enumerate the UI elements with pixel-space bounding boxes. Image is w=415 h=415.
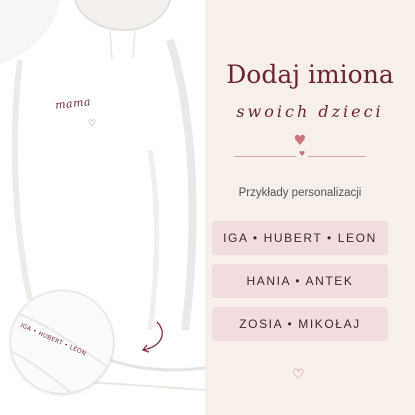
divider-heart-icon: ♥ (296, 150, 309, 158)
examples-label: Przykłady personalizacji (238, 187, 362, 199)
curved-arrow-icon (141, 321, 163, 353)
heart-icon: ♥ (293, 133, 307, 149)
embroidery-heart-icon: ♡ (88, 119, 97, 129)
example-pill: IGA • HUBERT • LEON (212, 221, 388, 255)
promo-graphic: mama ♡ IGA • HUBERT • LEON Dodaj imiona … (0, 0, 415, 415)
headline: Dodaj imiona (226, 60, 394, 89)
example-pill: ZOSIA • MIKOŁAJ (212, 307, 388, 341)
hoodie-photo: mama ♡ IGA • HUBERT • LEON (0, 0, 205, 415)
subheadline: swoich dzieci (236, 102, 384, 121)
heart-outline-icon: ♡ (292, 367, 305, 383)
example-pill: HANIA • ANTEK (212, 264, 388, 298)
